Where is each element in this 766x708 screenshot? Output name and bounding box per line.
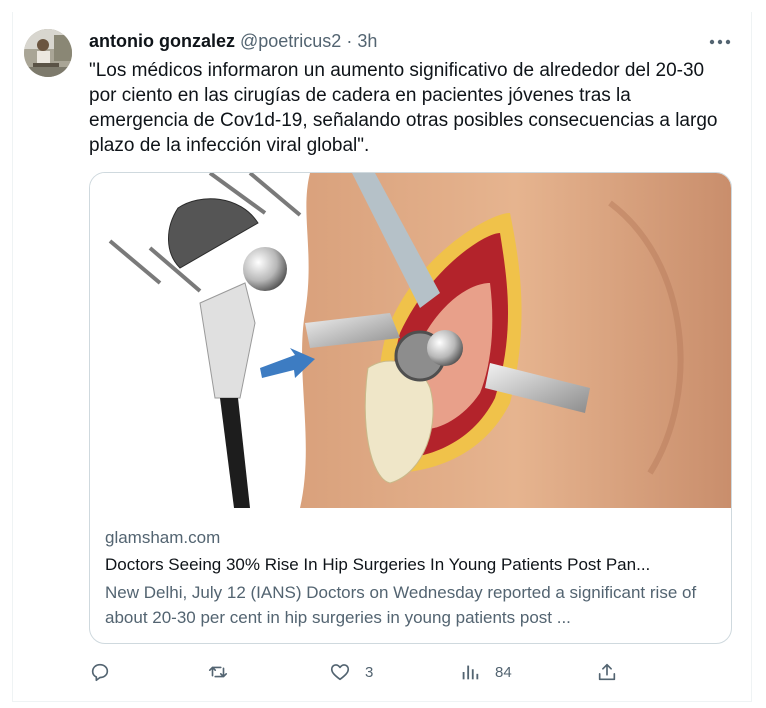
display-name[interactable]: antonio gonzalez bbox=[89, 30, 235, 52]
like-icon bbox=[330, 664, 350, 681]
tweet-text: "Los médicos informaron un aumento signi… bbox=[89, 60, 718, 156]
more-button[interactable] bbox=[704, 32, 736, 52]
views-button[interactable]: 84 bbox=[459, 660, 512, 684]
action-bar: 3 84 bbox=[89, 660, 629, 684]
views-count: 84 bbox=[495, 663, 512, 681]
reply-icon bbox=[91, 663, 109, 682]
user-handle[interactable]: @poetricus2 bbox=[240, 30, 341, 52]
reply-button[interactable] bbox=[89, 660, 125, 684]
retweet-icon bbox=[208, 666, 228, 678]
like-button[interactable]: 3 bbox=[329, 660, 373, 684]
separator-dot: · bbox=[346, 31, 353, 51]
card-domain: glamsham.com bbox=[105, 528, 221, 547]
tweet-header: antonio gonzalez @poetricus2 · 3h bbox=[89, 30, 377, 52]
divider bbox=[12, 701, 752, 702]
card-image[interactable] bbox=[90, 173, 731, 508]
views-icon bbox=[462, 665, 479, 680]
card-description: New Delhi, July 12 (IANS) Doctors on Wed… bbox=[105, 583, 697, 627]
retweet-button[interactable] bbox=[207, 660, 243, 684]
card-title: Doctors Seeing 30% Rise In Hip Surgeries… bbox=[105, 555, 651, 574]
like-count: 3 bbox=[365, 663, 374, 681]
timestamp[interactable]: 3h bbox=[357, 30, 377, 52]
more-icon bbox=[709, 39, 731, 45]
share-button[interactable] bbox=[596, 660, 618, 684]
share-icon bbox=[598, 663, 616, 681]
link-card[interactable]: glamsham.com Doctors Seeing 30% Rise In … bbox=[89, 172, 732, 644]
avatar[interactable] bbox=[24, 29, 72, 77]
